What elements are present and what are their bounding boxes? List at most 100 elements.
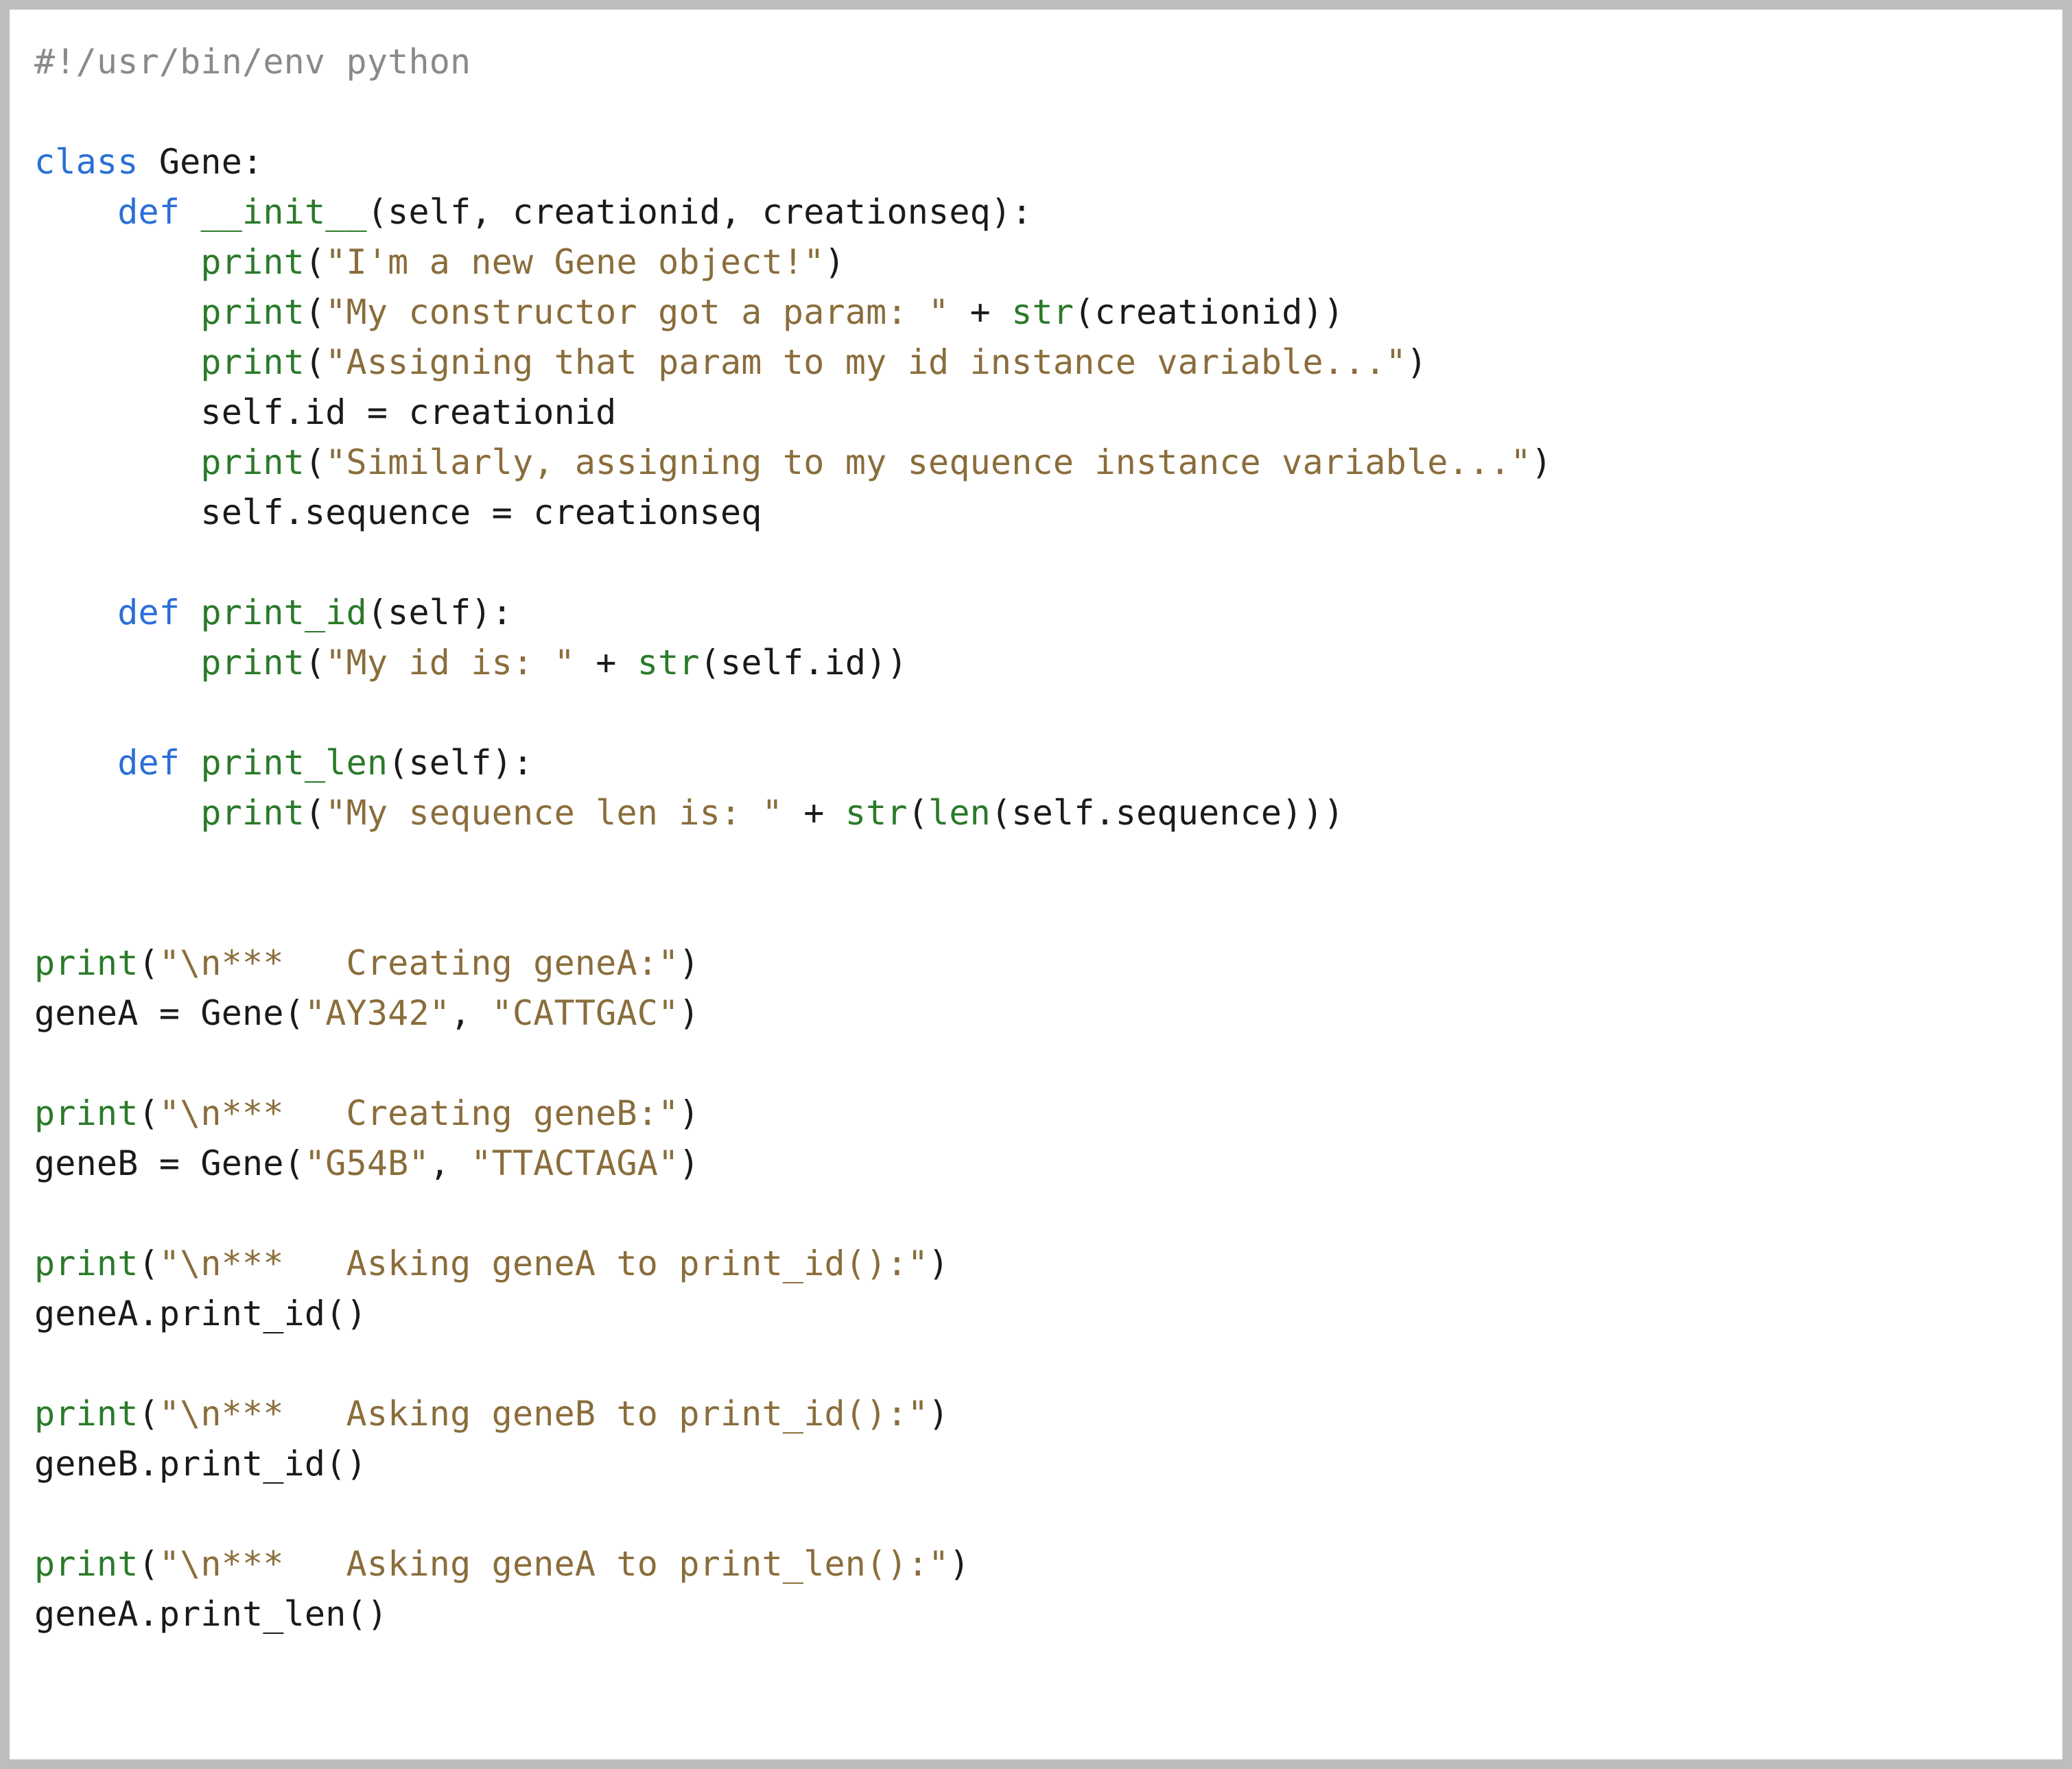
- code-token: (: [908, 793, 928, 833]
- code-token: print: [200, 242, 305, 282]
- code-line: class Gene:: [34, 142, 263, 182]
- code-line: print("My sequence len is: " + str(len(s…: [34, 793, 1344, 833]
- code-token: print: [34, 1244, 139, 1283]
- code-token: (: [305, 342, 325, 382]
- code-token: "Similarly, assigning to my sequence ins…: [325, 442, 1531, 482]
- code-token: str: [845, 793, 908, 833]
- code-token: (: [305, 292, 325, 332]
- code-token: print: [34, 1394, 139, 1434]
- code-token: (: [305, 643, 325, 682]
- code-token: print_len: [200, 743, 388, 783]
- code-token: ): [679, 1093, 699, 1133]
- code-token: ): [679, 993, 699, 1033]
- code-token: (self):: [388, 743, 533, 783]
- code-token: "My sequence len is: ": [325, 793, 783, 833]
- code-token: #!/usr/bin/env python: [34, 42, 471, 82]
- code-token: ): [1406, 342, 1427, 382]
- code-token: str: [637, 643, 700, 682]
- code-token: +: [949, 292, 1011, 332]
- code-line: print("My id is: " + str(self.id)): [34, 643, 908, 682]
- code-token: print: [200, 342, 305, 382]
- code-line: print("\n*** Asking geneB to print_id():…: [34, 1394, 949, 1434]
- code-token: ): [679, 943, 699, 983]
- code-token: ): [679, 1143, 699, 1183]
- code-token: print_id: [200, 593, 366, 632]
- code-token: print: [34, 1093, 139, 1133]
- code-block: #!/usr/bin/env python class Gene: def __…: [34, 37, 2038, 1639]
- code-token: [180, 743, 200, 783]
- code-token: (self, creationid, creationseq):: [367, 192, 1033, 232]
- code-token: [180, 593, 200, 632]
- code-token: (self.id)): [700, 643, 908, 682]
- code-token: "\n*** Creating geneB:": [159, 1093, 679, 1133]
- code-token: ): [928, 1394, 949, 1434]
- code-token: "AY342": [305, 993, 450, 1033]
- code-token: (creationid)): [1074, 292, 1344, 332]
- code-line: print("Assigning that param to my id ins…: [34, 342, 1427, 382]
- code-token: "\n*** Asking geneB to print_id():": [159, 1394, 928, 1434]
- code-token: +: [575, 643, 637, 682]
- code-token: ,: [429, 1143, 471, 1183]
- code-token: def: [117, 192, 180, 232]
- code-token: "CATTGAC": [492, 993, 679, 1033]
- code-token: "\n*** Asking geneA to print_len():": [159, 1544, 950, 1584]
- code-token: (: [305, 793, 325, 833]
- code-line: def print_id(self):: [34, 593, 513, 632]
- code-token: [139, 142, 159, 182]
- code-token: Gene: [159, 142, 242, 182]
- code-token: "G54B": [305, 1143, 429, 1183]
- code-token: print: [34, 1544, 139, 1584]
- code-token: (self.sequence))): [991, 793, 1344, 833]
- code-token: "I'm a new Gene object!": [325, 242, 824, 282]
- code-line: print("\n*** Creating geneB:"): [34, 1093, 700, 1133]
- code-token: (: [305, 442, 325, 482]
- code-line: print("Similarly, assigning to my sequen…: [34, 442, 1552, 482]
- code-token: geneA.print_len(): [34, 1594, 388, 1634]
- code-token: (: [139, 943, 159, 983]
- code-token: str: [1011, 292, 1074, 332]
- code-token: def: [117, 743, 180, 783]
- code-line: geneA = Gene("AY342", "CATTGAC"): [34, 993, 700, 1033]
- code-line: print("I'm a new Gene object!"): [34, 242, 845, 282]
- code-token: "Assigning that param to my id instance …: [325, 342, 1406, 382]
- code-token: ): [928, 1244, 949, 1283]
- code-token: "My constructor got a param: ": [325, 292, 949, 332]
- code-token: "TTACTAGA": [471, 1143, 679, 1183]
- code-line: self.id = creationid: [34, 392, 616, 432]
- code-token: len: [928, 793, 991, 833]
- code-token: self.id = creationid: [200, 392, 616, 432]
- code-line: print("\n*** Creating geneA:"): [34, 943, 700, 983]
- code-token: geneA.print_id(): [34, 1294, 367, 1333]
- code-token: print: [200, 793, 305, 833]
- code-token: +: [783, 793, 845, 833]
- code-line: def print_len(self):: [34, 743, 533, 783]
- code-token: (: [305, 242, 325, 282]
- code-token: geneB.print_id(): [34, 1444, 367, 1484]
- code-token: "\n*** Creating geneA:": [159, 943, 679, 983]
- code-token: "\n*** Asking geneA to print_id():": [159, 1244, 928, 1283]
- code-token: (: [139, 1394, 159, 1434]
- code-token: print: [200, 442, 305, 482]
- code-line: print("\n*** Asking geneA to print_id():…: [34, 1244, 949, 1283]
- code-line: print("\n*** Asking geneA to print_len()…: [34, 1544, 970, 1584]
- code-token: self.sequence = creationseq: [200, 492, 762, 532]
- code-token: geneB = Gene(: [34, 1143, 305, 1183]
- code-line: def __init__(self, creationid, creations…: [34, 192, 1033, 232]
- code-token: print: [200, 292, 305, 332]
- code-frame: #!/usr/bin/env python class Gene: def __…: [0, 0, 2072, 1769]
- code-token: def: [117, 593, 180, 632]
- code-line: geneB.print_id(): [34, 1444, 367, 1484]
- code-line: geneB = Gene("G54B", "TTACTAGA"): [34, 1143, 700, 1183]
- code-token: ,: [450, 993, 492, 1033]
- code-token: ): [949, 1544, 969, 1584]
- code-token: (: [139, 1544, 159, 1584]
- code-token: print: [200, 643, 305, 682]
- code-token: (: [139, 1093, 159, 1133]
- code-token: print: [34, 943, 139, 983]
- code-token: ): [1531, 442, 1552, 482]
- code-token: [180, 192, 200, 232]
- code-token: geneA = Gene(: [34, 993, 305, 1033]
- code-token: (self):: [367, 593, 513, 632]
- code-token: "My id is: ": [325, 643, 575, 682]
- code-line: print("My constructor got a param: " + s…: [34, 292, 1344, 332]
